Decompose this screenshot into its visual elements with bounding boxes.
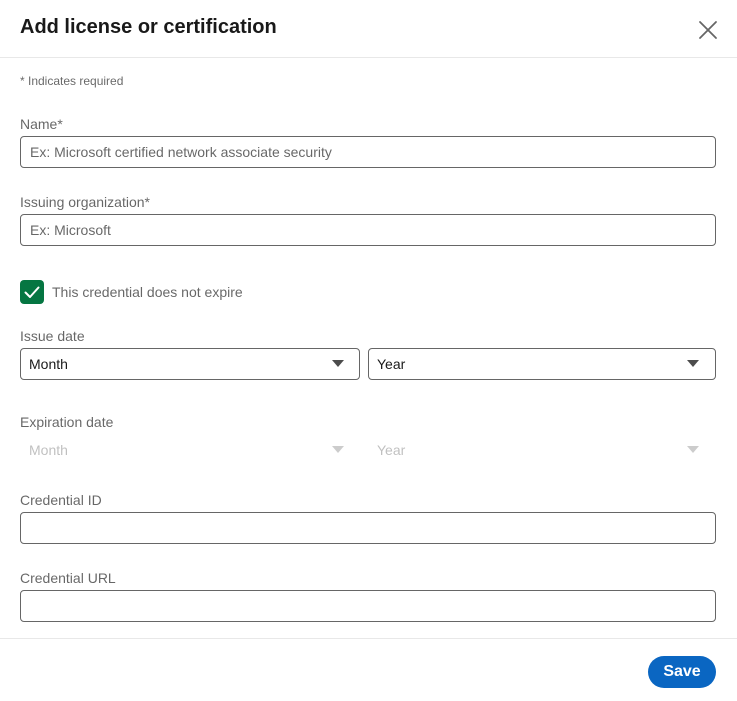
dialog-footer: Save [0, 638, 737, 701]
expiration-date-label: Expiration date [20, 414, 114, 430]
expiration-year-select: Year [368, 434, 716, 466]
chevron-down-icon [687, 446, 699, 453]
no-expire-label: This credential does not expire [52, 284, 243, 300]
checkmark-icon [24, 286, 40, 298]
organization-label: Issuing organization* [20, 194, 150, 210]
required-note: * Indicates required [20, 74, 124, 88]
chevron-down-icon [332, 446, 344, 453]
credential-url-input[interactable] [20, 590, 716, 622]
chevron-down-icon [687, 360, 699, 367]
expiration-month-value: Month [29, 442, 68, 458]
chevron-down-icon [332, 360, 344, 367]
issue-date-label: Issue date [20, 328, 85, 344]
organization-input[interactable] [20, 214, 716, 246]
credential-url-label: Credential URL [20, 570, 116, 586]
issue-year-value: Year [377, 356, 406, 372]
dialog-header: Add license or certification [0, 0, 737, 58]
issue-month-value: Month [29, 356, 68, 372]
expiration-year-value: Year [377, 442, 406, 458]
credential-id-label: Credential ID [20, 492, 102, 508]
close-button[interactable] [694, 16, 722, 44]
issue-month-select[interactable]: Month [20, 348, 360, 380]
credential-id-input[interactable] [20, 512, 716, 544]
name-input[interactable] [20, 136, 716, 168]
save-button[interactable]: Save [648, 656, 716, 688]
dialog-title: Add license or certification [20, 16, 277, 38]
close-icon [699, 21, 717, 39]
expiration-month-select: Month [20, 434, 360, 466]
no-expire-checkbox[interactable] [20, 280, 44, 304]
issue-year-select[interactable]: Year [368, 348, 716, 380]
name-label: Name* [20, 116, 63, 132]
